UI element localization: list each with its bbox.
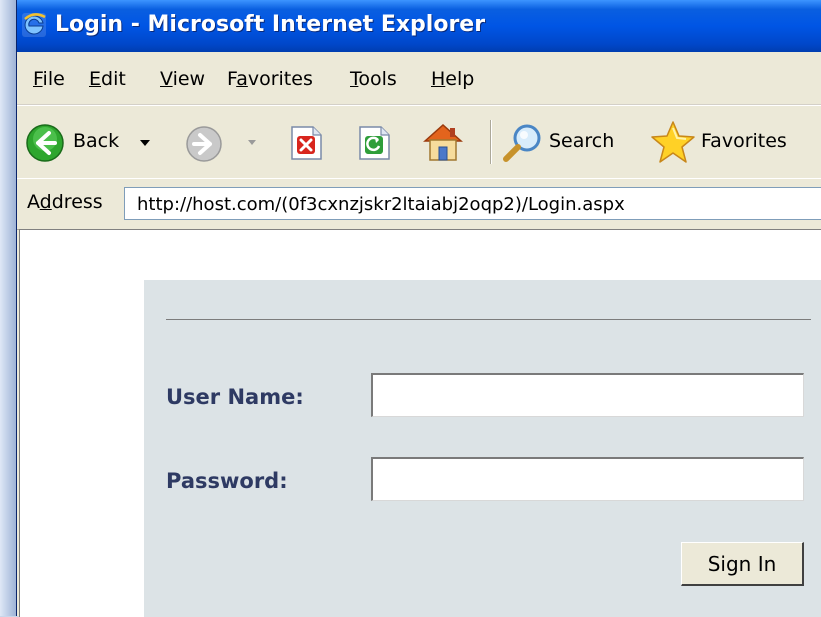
favorites-star-icon[interactable] — [650, 120, 696, 164]
address-url[interactable]: http://host.com/(0f3cxnzjskr2ltaiabj2oqp… — [137, 194, 625, 215]
back-dropdown-icon[interactable] — [139, 139, 151, 147]
search-icon[interactable] — [501, 120, 545, 164]
browser-window: Login - Microsoft Internet Explorer File… — [16, 0, 821, 617]
password-input[interactable] — [371, 457, 804, 501]
panel-divider — [166, 319, 811, 320]
ie-logo-icon — [22, 13, 46, 37]
username-input[interactable] — [371, 373, 804, 417]
home-icon[interactable] — [421, 121, 465, 163]
menu-favorites[interactable]: Favorites — [227, 68, 313, 90]
forward-dropdown-icon[interactable] — [247, 139, 257, 146]
back-arrow-icon[interactable] — [25, 123, 65, 163]
address-bar: Address http://host.com/(0f3cxnzjskr2lta… — [17, 178, 821, 230]
back-label[interactable]: Back — [73, 130, 119, 152]
password-label: Password: — [166, 469, 288, 493]
menu-view[interactable]: View — [160, 68, 205, 90]
forward-arrow-icon[interactable] — [185, 125, 223, 163]
desktop-background — [0, 0, 16, 616]
menu-tools[interactable]: Tools — [350, 68, 397, 90]
sign-in-button[interactable]: Sign In — [681, 542, 804, 586]
toolbar-separator — [490, 120, 491, 164]
menu-edit[interactable]: Edit — [89, 68, 126, 90]
search-label[interactable]: Search — [549, 130, 614, 152]
page-content: User Name: Password: Sign In — [19, 229, 821, 617]
refresh-icon[interactable] — [357, 125, 391, 161]
stop-icon[interactable] — [289, 125, 323, 161]
toolbar: Back Search Favorites — [17, 105, 821, 179]
address-input[interactable]: http://host.com/(0f3cxnzjskr2ltaiabj2oqp… — [124, 187, 821, 220]
favorites-label[interactable]: Favorites — [701, 130, 787, 152]
menu-bar: File Edit View Favorites Tools Help — [17, 52, 821, 105]
menu-file[interactable]: File — [33, 68, 65, 90]
username-label: User Name: — [166, 385, 304, 409]
menu-help[interactable]: Help — [431, 68, 474, 90]
address-label: Address — [27, 191, 103, 213]
login-panel: User Name: Password: Sign In — [144, 280, 821, 617]
title-bar[interactable]: Login - Microsoft Internet Explorer — [17, 0, 821, 52]
window-title: Login - Microsoft Internet Explorer — [55, 12, 486, 37]
